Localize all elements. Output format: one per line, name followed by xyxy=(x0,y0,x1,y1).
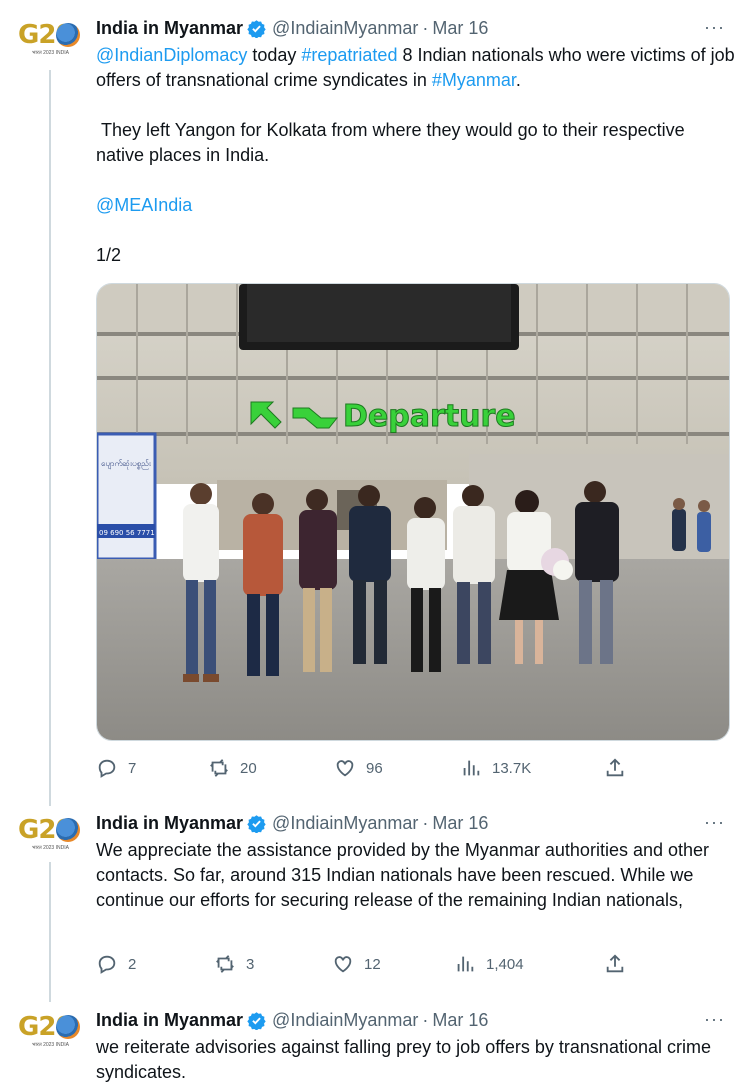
separator-dot: · xyxy=(422,17,429,38)
repost-icon xyxy=(216,955,234,973)
like-count: 96 xyxy=(366,759,383,777)
hashtag-link[interactable]: #repatriated xyxy=(301,45,397,65)
tweet-date[interactable]: Mar 16 xyxy=(432,1010,488,1031)
reply-button[interactable]: 2 xyxy=(96,953,136,975)
view-count: 1,404 xyxy=(486,955,524,973)
globe-icon xyxy=(56,818,80,842)
repost-count: 3 xyxy=(246,955,255,973)
like-count: 12 xyxy=(364,955,381,973)
globe-icon xyxy=(56,1015,80,1039)
screen-phone-text: 09 690 56 7771 xyxy=(99,529,155,537)
author-name[interactable]: India in Myanmar xyxy=(96,1010,243,1031)
verified-badge-icon xyxy=(247,1011,266,1030)
reply-button[interactable]: 7 xyxy=(96,757,136,779)
author-name[interactable]: India in Myanmar xyxy=(96,18,243,39)
heart-icon xyxy=(334,956,352,973)
tweet-paragraph: @MEAIndia xyxy=(96,193,736,218)
repost-button[interactable]: 20 xyxy=(208,757,257,779)
avatar-subtext: भारत 2023 INDIA xyxy=(32,845,69,851)
repost-count: 20 xyxy=(240,759,257,777)
departure-sign-text: Departure xyxy=(343,399,516,434)
mention-link[interactable]: @MEAIndia xyxy=(96,195,192,215)
thread-connector xyxy=(49,70,51,806)
views-chart-icon xyxy=(457,956,474,972)
like-button[interactable]: 12 xyxy=(332,953,381,975)
views-button[interactable]: 1,404 xyxy=(454,953,524,975)
heart-icon xyxy=(336,760,354,777)
share-button[interactable] xyxy=(604,757,636,779)
tweet-actions: 7 20 96 13.7K xyxy=(96,757,736,781)
reply-icon xyxy=(98,759,116,778)
avatar-subtext: भारत 2023 INDIA xyxy=(32,1042,69,1048)
more-options-icon[interactable]: ··· xyxy=(704,17,728,37)
views-button[interactable]: 13.7K xyxy=(460,757,531,779)
mention-link[interactable]: @IndianDiplomacy xyxy=(96,45,247,65)
verified-badge-icon xyxy=(247,19,266,38)
author-handle[interactable]: @IndiainMyanmar xyxy=(272,18,418,39)
share-icon xyxy=(606,758,624,777)
photo-airport-departure: Departure ပျောက်ဆုံးပစ္စည်း 09 690 56 77… xyxy=(97,284,729,740)
share-button[interactable] xyxy=(604,953,636,975)
tweet-header: India in Myanmar @IndiainMyanmar · Mar 1… xyxy=(96,1008,488,1032)
avatar[interactable]: G20 भारत 2023 INDIA xyxy=(18,20,84,60)
repost-icon xyxy=(210,759,228,777)
reply-icon xyxy=(98,955,116,974)
text-run: . xyxy=(515,70,521,90)
repost-button[interactable]: 3 xyxy=(214,953,254,975)
tweet-paragraph: They left Yangon for Kolkata from where … xyxy=(96,120,690,165)
view-count: 13.7K xyxy=(492,759,532,777)
tweet-paragraph: @IndianDiplomacy today #repatriated 8 In… xyxy=(96,43,736,93)
text-run: today xyxy=(247,45,302,65)
tweet-paragraph: 1/2 xyxy=(96,245,122,265)
globe-icon xyxy=(56,23,80,47)
separator-dot: · xyxy=(422,1009,429,1030)
tweet-text: We appreciate the assistance provided by… xyxy=(96,840,710,910)
more-options-icon[interactable]: ··· xyxy=(704,1009,728,1029)
thread-connector xyxy=(49,862,51,1002)
tweet-date[interactable]: Mar 16 xyxy=(432,18,488,39)
author-name[interactable]: India in Myanmar xyxy=(96,813,243,834)
avatar[interactable]: G20 भारत 2023 INDIA xyxy=(18,1012,84,1052)
tweet-actions: 2 3 12 1,404 xyxy=(96,953,736,977)
tweet-text: we reiterate advisories against falling … xyxy=(96,1037,711,1082)
tweet-header: India in Myanmar @IndiainMyanmar · Mar 1… xyxy=(96,811,488,835)
hashtag-link[interactable]: #Myanmar xyxy=(432,70,516,90)
avatar[interactable]: G20 भारत 2023 INDIA xyxy=(18,815,84,855)
views-chart-icon xyxy=(463,760,480,776)
tweet-text: @IndianDiplomacy today #repatriated 8 In… xyxy=(96,43,736,268)
reply-count: 7 xyxy=(128,759,137,777)
more-options-icon[interactable]: ··· xyxy=(704,812,728,832)
author-handle[interactable]: @IndiainMyanmar xyxy=(272,813,418,834)
like-button[interactable]: 96 xyxy=(334,757,383,779)
tweet-header: India in Myanmar @IndiainMyanmar · Mar 1… xyxy=(96,16,488,40)
separator-dot: · xyxy=(422,812,429,833)
reply-count: 2 xyxy=(128,955,137,973)
share-icon xyxy=(606,954,624,973)
author-handle[interactable]: @IndiainMyanmar xyxy=(272,1010,418,1031)
verified-badge-icon xyxy=(247,814,266,833)
avatar-subtext: भारत 2023 INDIA xyxy=(32,50,69,56)
tweet-date[interactable]: Mar 16 xyxy=(432,813,488,834)
tweet-photo[interactable]: Departure ပျောက်ဆုံးပစ္စည်း 09 690 56 77… xyxy=(96,283,730,741)
